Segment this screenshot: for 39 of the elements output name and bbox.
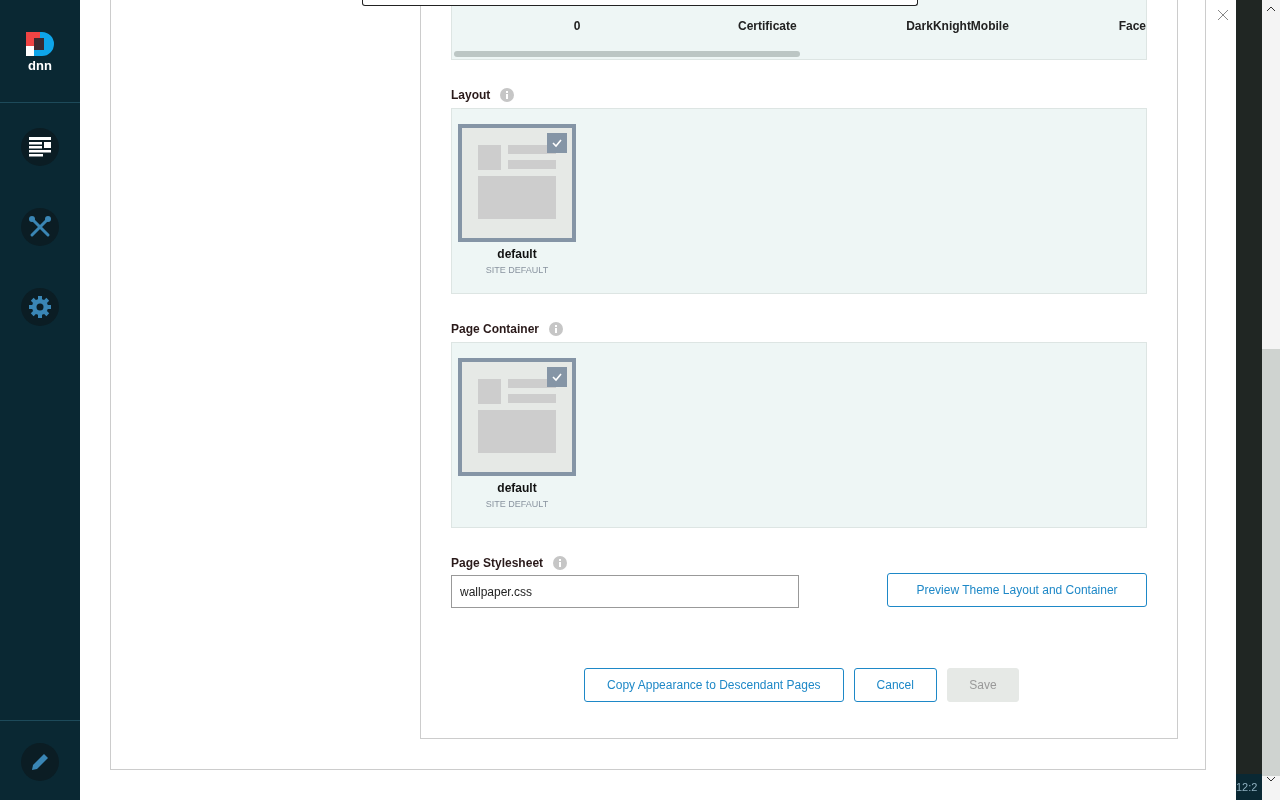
theme-name[interactable]: DarkKnightMobile (862, 19, 1053, 33)
info-icon (553, 556, 568, 570)
scroll-down-icon[interactable] (1266, 776, 1276, 782)
section-label: Page Container (451, 322, 540, 336)
tile-name: default (497, 481, 537, 495)
pages-icon (29, 137, 51, 157)
tile-name: default (497, 247, 537, 261)
scroll-up-icon[interactable] (1266, 6, 1276, 12)
tools-button[interactable] (21, 208, 59, 246)
theme-name[interactable]: Certificate (672, 19, 863, 33)
edit-button[interactable] (21, 743, 59, 781)
logo-text: dnn (28, 60, 52, 72)
settings-icon (28, 295, 52, 319)
layout-thumbnail[interactable] (458, 358, 576, 476)
theme-name[interactable]: 0 (482, 19, 673, 33)
stylesheet-field[interactable]: wallpaper.css (451, 575, 799, 608)
info-icon (549, 322, 564, 336)
logo-icon (26, 32, 54, 58)
check-icon (547, 367, 567, 387)
theme-name[interactable]: Face (1118, 19, 1146, 33)
close-button[interactable] (1218, 10, 1228, 20)
check-icon (547, 133, 567, 153)
action-button[interactable]: Cancel (853, 668, 937, 702)
action-button[interactable]: Copy Appearance to Descendant Pages (584, 668, 844, 702)
layout-thumbnail[interactable] (458, 124, 576, 242)
scrollbar-thumb[interactable] (454, 51, 800, 57)
info-icon (500, 88, 515, 102)
close-icon (1218, 10, 1228, 20)
wrench-icon (28, 215, 52, 239)
tile-caption: SITE DEFAULT (485, 499, 549, 509)
pencil-icon (31, 753, 49, 771)
pages-button[interactable] (21, 128, 59, 166)
scrollbar-thumb[interactable] (1262, 349, 1280, 776)
section-label: Layout (451, 88, 491, 102)
settings-button[interactable] (21, 288, 59, 326)
tile-caption: SITE DEFAULT (485, 265, 549, 275)
taskbar-clock: 12:2 (1236, 774, 1262, 800)
preview-button[interactable]: Preview Theme Layout and Container (887, 572, 1147, 607)
field-label: Page Stylesheet (451, 556, 544, 570)
